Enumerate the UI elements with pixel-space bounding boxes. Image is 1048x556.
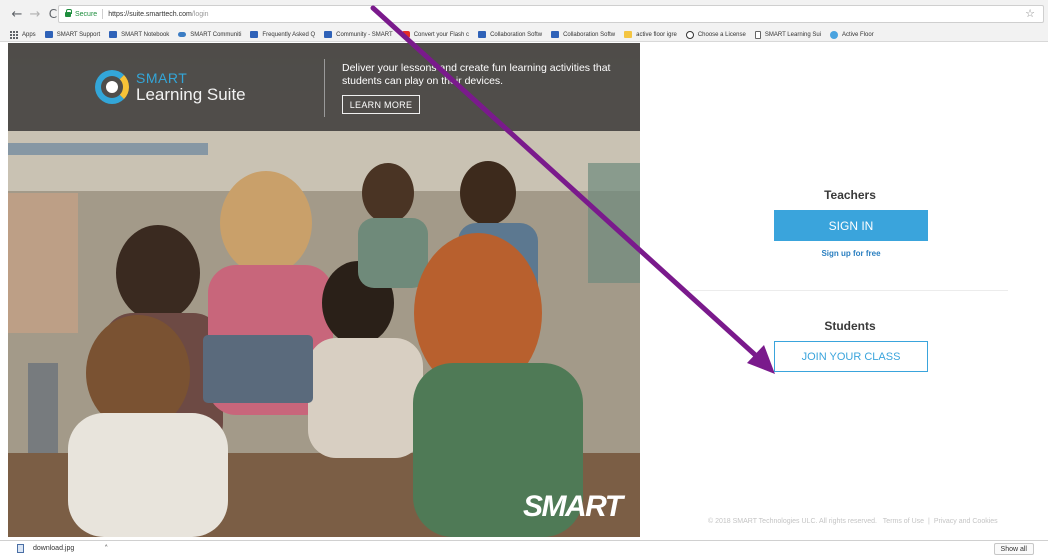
bookmark-label: Active Floor bbox=[842, 31, 874, 38]
bookmark-community[interactable]: Community - SMART bbox=[324, 31, 393, 38]
bookmark-smart-notebook[interactable]: SMART Notebook bbox=[109, 31, 169, 38]
lock-icon bbox=[65, 8, 72, 17]
secure-label: Secure bbox=[75, 10, 98, 18]
privacy-link[interactable]: Privacy and Cookies bbox=[934, 518, 998, 525]
bookmark-label: SMART Learning Sui bbox=[764, 31, 822, 38]
folder-icon bbox=[624, 31, 633, 38]
bookmark-choose-license[interactable]: Choose a License bbox=[685, 30, 746, 39]
bookmark-active-floor-folder[interactable]: active floor igre bbox=[624, 31, 677, 38]
section-divider bbox=[683, 290, 1008, 291]
smart-icon bbox=[109, 31, 118, 38]
bookmark-apps[interactable]: Apps bbox=[10, 30, 36, 39]
url-path: /login bbox=[191, 10, 209, 18]
download-menu-caret-icon[interactable]: ˄ bbox=[104, 544, 108, 553]
bookmark-collaboration-2[interactable]: Collaboration Softw bbox=[551, 31, 615, 38]
bookmark-faq[interactable]: Frequently Asked Q bbox=[250, 31, 315, 38]
join-your-class-button[interactable]: JOIN YOUR CLASS bbox=[774, 341, 928, 372]
bookmark-label: Collaboration Softw bbox=[490, 31, 543, 38]
bookmark-convert-flash[interactable]: Convert your Flash c bbox=[401, 31, 470, 38]
bookmark-label: Choose a License bbox=[697, 31, 746, 38]
address-bar[interactable]: Secure https://suite.smarttech.com/login… bbox=[58, 5, 1044, 23]
product-name: Learning Suite bbox=[136, 85, 246, 104]
terms-link[interactable]: Terms of Use bbox=[883, 518, 924, 525]
teachers-heading: Teachers bbox=[824, 188, 876, 202]
smart-icon bbox=[478, 31, 487, 38]
banner-tagline: Deliver your lessons and create fun lear… bbox=[342, 62, 611, 87]
bookmark-label: Frequently Asked Q bbox=[262, 31, 316, 38]
show-all-button[interactable]: Show all bbox=[993, 543, 1034, 555]
bookmark-label: SMART Notebook bbox=[121, 31, 170, 38]
bookmark-collaboration-1[interactable]: Collaboration Softw bbox=[478, 31, 542, 38]
forward-arrow-icon[interactable]: → bbox=[28, 5, 42, 23]
bookmark-label: Community - SMART bbox=[336, 31, 393, 38]
bookmark-label: SMART Communiti bbox=[190, 31, 242, 38]
globe-icon bbox=[830, 30, 839, 39]
cc-icon bbox=[685, 30, 694, 39]
youtube-icon bbox=[401, 31, 410, 38]
page-icon bbox=[754, 30, 761, 39]
bookmark-smart-support[interactable]: SMART Support bbox=[44, 31, 101, 38]
bookmark-active-floor[interactable]: Active Floor bbox=[830, 30, 874, 39]
learn-more-button[interactable]: LEARN MORE bbox=[342, 95, 420, 114]
browser-toolbar: ← → C Secure https://suite.smarttech.com… bbox=[0, 0, 1048, 28]
bookmark-label: Collaboration Softw bbox=[563, 31, 616, 38]
page-footer: © 2018 SMART Technologies ULC. All right… bbox=[708, 518, 1002, 525]
smart-icon bbox=[44, 31, 53, 38]
smart-icon bbox=[250, 31, 259, 38]
cloud-icon bbox=[178, 32, 187, 37]
bookmark-smart-communities[interactable]: SMART Communiti bbox=[178, 32, 241, 38]
bookmark-label: active floor igre bbox=[636, 31, 677, 38]
bookmark-smart-learning-suite[interactable]: SMART Learning Sui bbox=[754, 30, 822, 39]
smart-wordmark-logo: SMART bbox=[523, 490, 623, 523]
login-panel: Teachers SIGN IN Sign up for free Studen… bbox=[640, 43, 1048, 540]
bookmarks-bar: Apps SMART Support SMART Notebook SMART … bbox=[0, 28, 1048, 42]
downloads-bar: download.jpg ˄ Show all bbox=[0, 540, 1048, 556]
smart-learning-suite-logo-icon bbox=[95, 70, 129, 104]
address-divider bbox=[102, 9, 104, 19]
bookmark-star-icon[interactable]: ☆ bbox=[1025, 7, 1035, 20]
students-heading: Students bbox=[824, 319, 876, 333]
bookmark-label: Apps bbox=[22, 31, 36, 38]
sign-up-link[interactable]: Sign up for free bbox=[774, 249, 928, 258]
bookmark-label: Convert your Flash c bbox=[413, 31, 470, 38]
browser-window: ← → C Secure https://suite.smarttech.com… bbox=[0, 0, 1048, 556]
brand-name: SMART bbox=[136, 70, 188, 86]
banner-divider bbox=[324, 59, 325, 117]
download-filename[interactable]: download.jpg bbox=[33, 545, 74, 552]
url-host: https://suite.smarttech.com bbox=[108, 10, 192, 18]
footer-separator: | bbox=[928, 518, 930, 525]
hero-image: SMART Learning Suite Deliver your lesson… bbox=[8, 43, 640, 537]
back-arrow-icon[interactable]: ← bbox=[10, 5, 24, 23]
login-page: SMART Learning Suite Deliver your lesson… bbox=[0, 43, 1048, 540]
smart-icon bbox=[324, 31, 333, 38]
bookmark-label: SMART Support bbox=[56, 31, 101, 38]
image-file-icon bbox=[17, 544, 24, 553]
sign-in-button[interactable]: SIGN IN bbox=[774, 210, 928, 241]
promo-banner: SMART Learning Suite Deliver your lesson… bbox=[8, 43, 640, 131]
apps-icon bbox=[10, 30, 18, 39]
copyright-text: © 2018 SMART Technologies ULC. All right… bbox=[708, 518, 877, 525]
smart-icon bbox=[551, 31, 560, 38]
